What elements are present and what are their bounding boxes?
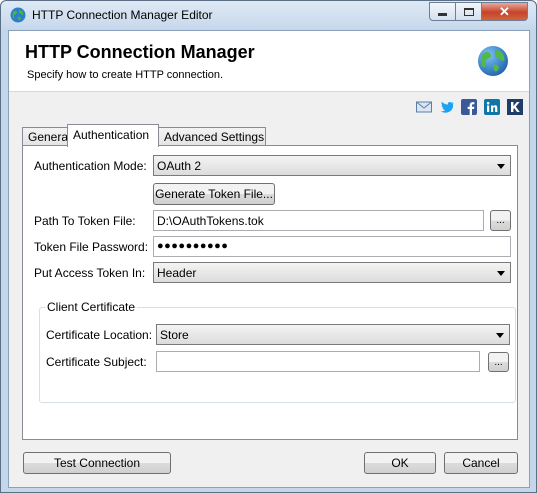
generate-token-file-button[interactable]: Generate Token File... [153,183,275,205]
token-file-path-input[interactable]: D:\OAuthTokens.tok [153,210,484,231]
certificate-location-value: Store [160,328,189,342]
chevron-down-icon [497,164,505,169]
facebook-icon[interactable] [461,99,477,115]
ok-button[interactable]: OK [364,452,436,474]
title-bar[interactable]: HTTP Connection Manager Editor ✕ [1,1,536,29]
certificate-location-label: Certificate Location: [46,328,153,342]
dialog-subtitle: Specify how to create HTTP connection. [27,69,224,81]
client-certificate-legend: Client Certificate [45,300,138,314]
authentication-mode-value: OAuth 2 [157,159,202,173]
dialog-title: HTTP Connection Manager [25,42,255,62]
chevron-down-icon [496,333,504,338]
window-title: HTTP Connection Manager Editor [32,8,213,22]
linkedin-icon[interactable] [484,99,500,115]
put-access-token-value: Header [157,266,197,280]
certificate-subject-input[interactable] [156,351,480,372]
certificate-subject-label: Certificate Subject: [46,355,147,369]
tab-general[interactable]: General [22,127,71,146]
authentication-tab-page: Authentication Mode: OAuth 2 Generate To… [22,145,518,440]
minimize-icon [438,13,447,16]
put-access-token-label: Put Access Token In: [34,266,146,280]
token-file-password-label: Token File Password: [34,240,149,254]
tab-advanced-settings[interactable]: Advanced Settings [158,127,266,146]
token-file-path-label: Path To Token File: [34,214,136,228]
globe-logo-icon [478,46,508,76]
globe-icon [10,7,26,23]
close-icon: ✕ [499,3,510,19]
test-connection-button[interactable]: Test Connection [23,452,171,474]
browse-certificate-button[interactable]: ... [488,352,509,372]
tab-authentication[interactable]: Authentication [67,124,159,147]
maximize-button[interactable] [455,2,482,21]
window-frame: HTTP Connection Manager Editor ✕ HTTP Co… [0,0,537,493]
authentication-mode-combo[interactable]: OAuth 2 [153,155,511,176]
twitter-icon[interactable] [439,99,455,115]
browse-token-file-button[interactable]: ... [490,210,511,231]
certificate-location-combo[interactable]: Store [156,324,510,345]
close-button[interactable]: ✕ [481,2,528,21]
email-icon[interactable] [416,99,432,115]
put-access-token-combo[interactable]: Header [153,262,511,283]
token-file-password-input[interactable]: ●●●●●●●●●● [153,236,511,257]
client-certificate-group: Client Certificate Certificate Location:… [39,300,516,403]
maximize-icon [463,7,474,16]
minimize-button[interactable] [429,2,456,21]
authentication-mode-label: Authentication Mode: [34,159,147,173]
chevron-down-icon [497,271,505,276]
dialog-header: HTTP Connection Manager Specify how to c… [9,31,529,92]
cancel-button[interactable]: Cancel [444,452,518,474]
kingswaysoft-icon[interactable] [507,99,523,115]
dialog-client-area: HTTP Connection Manager Specify how to c… [8,30,530,488]
